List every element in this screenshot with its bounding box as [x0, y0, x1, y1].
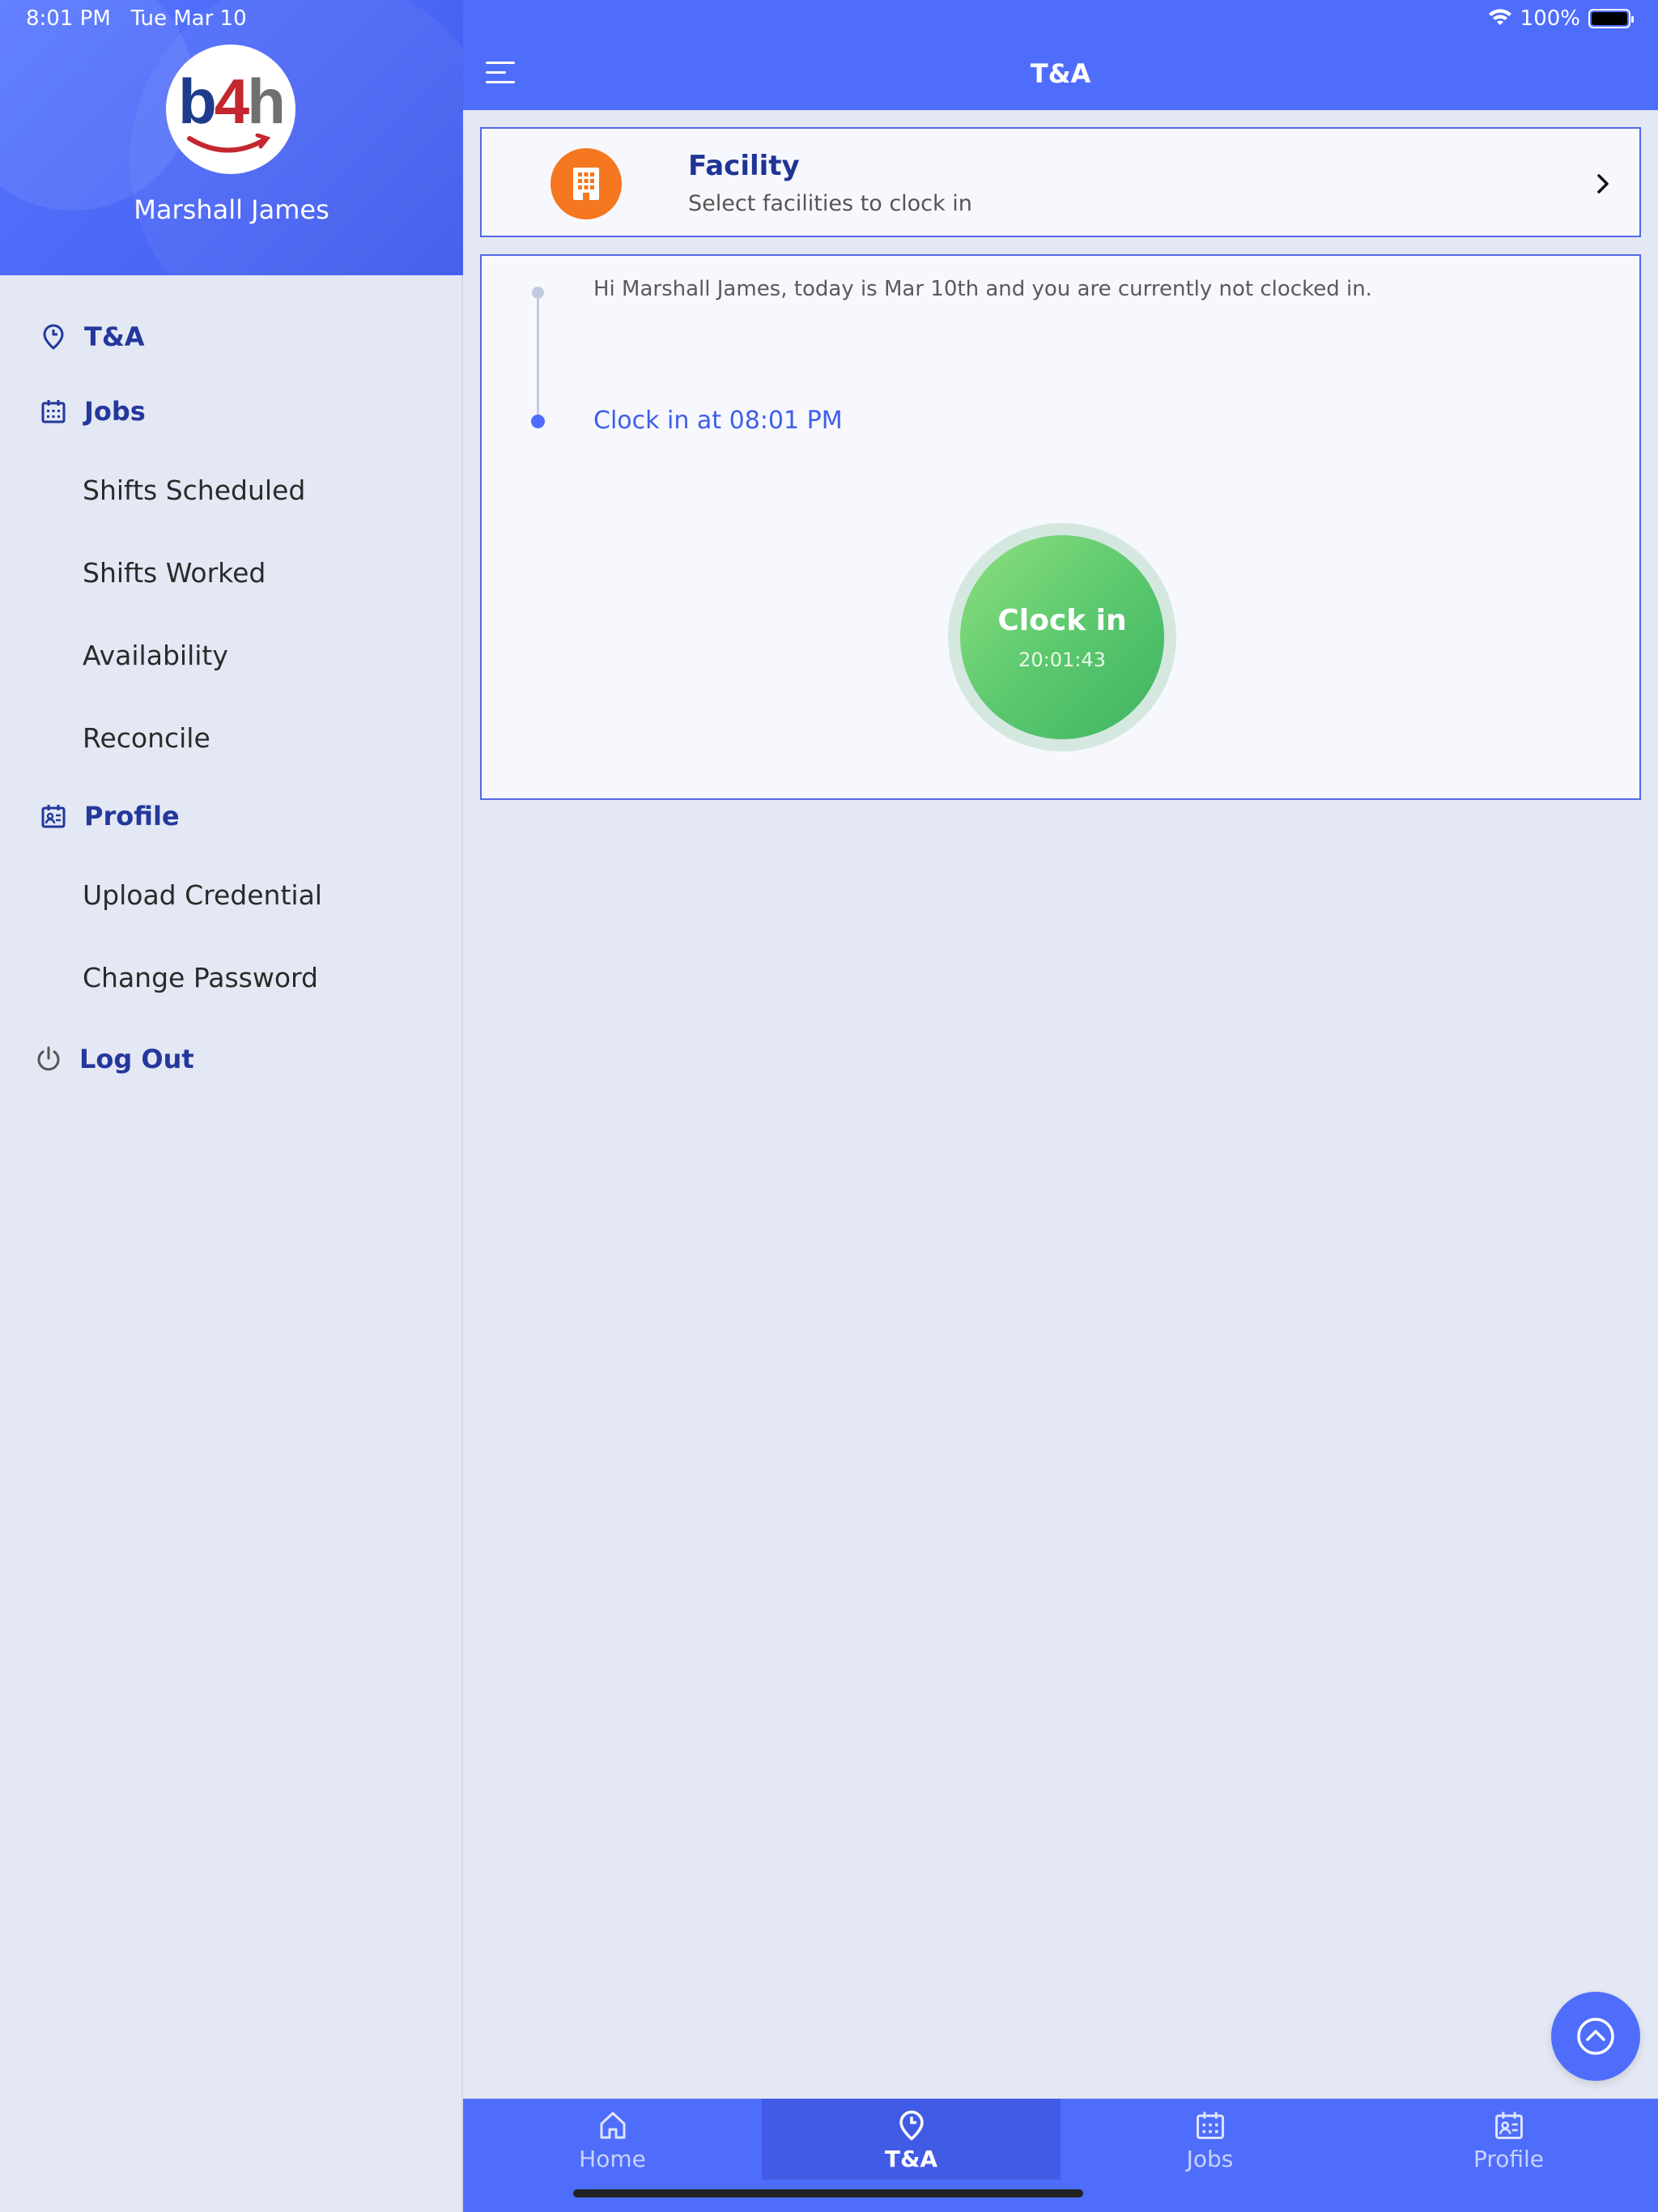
logo-smile-icon	[187, 134, 271, 153]
clock-in-label: Clock in	[997, 603, 1127, 637]
sidebar-item-label: Upload Credential	[83, 878, 322, 911]
timeline-line	[537, 291, 539, 421]
tab-label: Jobs	[1186, 2146, 1234, 2172]
clock-in-button-ring: Clock in 20:01:43	[948, 523, 1176, 751]
building-icon	[551, 148, 622, 219]
sidebar-item-shifts-scheduled[interactable]: Shifts Scheduled	[0, 449, 463, 531]
app-bar: T&A	[463, 0, 1658, 110]
sidebar-item-shifts-worked[interactable]: Shifts Worked	[0, 531, 463, 614]
calendar-icon	[1193, 2108, 1227, 2142]
chevron-right-icon	[1597, 174, 1609, 194]
tab-label: Profile	[1473, 2146, 1545, 2172]
sidebar-item-availability[interactable]: Availability	[0, 614, 463, 696]
profile-card-icon	[1492, 2108, 1526, 2142]
tab-label: T&A	[884, 2146, 938, 2172]
sidebar-item-upload-credential[interactable]: Upload Credential	[0, 853, 463, 936]
user-name: Marshall James	[134, 194, 329, 225]
tab-jobs[interactable]: Jobs	[1061, 2099, 1359, 2180]
sidebar-menu: T&A Jobs Shifts Scheduled Shifts Worked …	[0, 300, 463, 1100]
clock-in-time: Clock in at 08:01 PM	[593, 406, 843, 435]
clock-in-current-time: 20:01:43	[1018, 648, 1106, 671]
timeline-dot-active	[531, 415, 545, 428]
sidebar: b4h Marshall James T&A Jobs Shifts Sched…	[0, 0, 463, 2212]
tab-label: Home	[579, 2146, 646, 2172]
tab-ta[interactable]: T&A	[762, 2099, 1061, 2180]
sidebar-item-label: T&A	[84, 321, 145, 352]
clock-status-card: Hi Marshall James, today is Mar 10th and…	[480, 254, 1641, 800]
timeline-dot	[532, 287, 544, 299]
sidebar-item-jobs[interactable]: Jobs	[0, 374, 463, 449]
facility-subtitle: Select facilities to clock in	[688, 191, 972, 216]
facility-card[interactable]: Facility Select facilities to clock in	[480, 127, 1641, 237]
sidebar-item-profile[interactable]: Profile	[0, 779, 463, 853]
sidebar-item-label: Log Out	[79, 1044, 194, 1074]
sidebar-item-label: Shifts Worked	[83, 556, 266, 589]
sidebar-item-logout[interactable]: Log Out	[0, 1019, 463, 1100]
page-title: T&A	[1030, 58, 1091, 89]
sidebar-item-change-password[interactable]: Change Password	[0, 936, 463, 1019]
sidebar-item-label: Availability	[83, 639, 228, 671]
brand-logo: b4h	[178, 65, 286, 137]
calendar-icon	[39, 397, 68, 426]
profile-card-icon	[39, 802, 68, 831]
tab-home[interactable]: Home	[463, 2099, 762, 2180]
sidebar-item-label: Shifts Scheduled	[83, 474, 306, 506]
sidebar-item-label: Reconcile	[83, 721, 210, 754]
status-message: Hi Marshall James, today is Mar 10th and…	[593, 277, 1372, 301]
location-clock-icon	[39, 322, 68, 351]
location-clock-icon	[895, 2108, 929, 2142]
avatar[interactable]: b4h	[166, 45, 295, 174]
power-icon	[34, 1044, 63, 1074]
facility-title: Facility	[688, 150, 800, 182]
sidebar-item-label: Profile	[84, 801, 180, 832]
chevron-up-circle-icon	[1577, 2018, 1614, 2055]
home-icon	[596, 2108, 630, 2142]
clock-in-button[interactable]: Clock in 20:01:43	[960, 535, 1164, 739]
tab-profile[interactable]: Profile	[1359, 2099, 1658, 2180]
sidebar-header: b4h Marshall James	[0, 0, 463, 275]
sidebar-item-label: Change Password	[83, 961, 318, 993]
scroll-up-button[interactable]	[1551, 1992, 1640, 2081]
home-indicator[interactable]	[573, 2189, 1083, 2197]
sidebar-item-reconcile[interactable]: Reconcile	[0, 696, 463, 779]
sidebar-item-ta[interactable]: T&A	[0, 300, 463, 374]
sidebar-item-label: Jobs	[84, 396, 146, 427]
